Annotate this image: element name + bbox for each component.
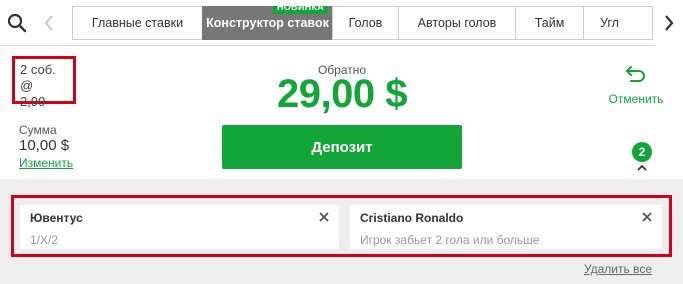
selection-title: Ювентус — [30, 211, 83, 225]
tab-label: Авторы голов — [417, 16, 497, 30]
combined-odds: 2,90 — [20, 94, 46, 109]
deposit-button[interactable]: Депозит — [222, 125, 462, 169]
tab-label: Угл — [600, 16, 619, 30]
chevron-up-icon — [637, 164, 647, 171]
tab-half[interactable]: Тайм — [515, 6, 584, 40]
cancel-label: Отменить — [608, 92, 664, 106]
close-icon[interactable] — [640, 210, 654, 224]
stake-label: Сумма — [19, 123, 57, 137]
market-tabs: Главные ставки Конструктор ставок НОВИНК… — [72, 6, 655, 40]
new-badge: НОВИНКА — [272, 6, 328, 14]
remove-all-link[interactable]: Удалить все — [584, 262, 652, 276]
stake-value: 10,00 $ — [19, 137, 70, 154]
tab-bet-builder[interactable]: Конструктор ставок НОВИНКА — [202, 6, 333, 40]
tab-goals[interactable]: Голов — [332, 6, 399, 40]
selections-highlight: Ювентус 1/X/2 Cristiano Ronaldo Игрок за… — [11, 195, 672, 257]
tab-label: Главные ставки — [91, 16, 184, 30]
selection-card: Cristiano Ronaldo Игрок забьет 2 гола ил… — [350, 205, 662, 249]
bet-slip-summary: 2 соб. @ 2,90 Сумма 10,00 $ Изменить Обр… — [0, 46, 683, 181]
deposit-label: Депозит — [311, 138, 373, 156]
tab-goalscorers[interactable]: Авторы голов — [398, 6, 516, 40]
selection-market: Игрок забьет 2 гола или больше — [360, 233, 540, 247]
cancel-button[interactable]: Отменить — [604, 64, 668, 106]
return-value: 29,00 $ — [277, 72, 407, 116]
search-button[interactable] — [0, 0, 34, 46]
selection-market: 1/X/2 — [30, 233, 59, 247]
change-stake-link[interactable]: Изменить — [19, 156, 73, 170]
market-tab-bar: Главные ставки Конструктор ставок НОВИНК… — [0, 0, 683, 46]
tab-main-bets[interactable]: Главные ставки — [72, 6, 203, 40]
selection-card: Ювентус 1/X/2 — [20, 205, 339, 249]
tab-label: Тайм — [534, 16, 565, 30]
close-icon[interactable] — [317, 210, 331, 224]
tab-label: Конструктор ставок — [206, 16, 329, 30]
chevron-right-icon — [665, 15, 674, 31]
search-icon — [7, 13, 27, 33]
chevron-left-icon — [44, 15, 53, 31]
tab-corners[interactable]: Угл — [583, 6, 653, 40]
selections-panel: Ювентус 1/X/2 Cristiano Ronaldo Игрок за… — [0, 179, 683, 284]
tabs-scroll-right-button[interactable] — [655, 0, 683, 46]
tabs-scroll-left-button[interactable] — [36, 0, 62, 46]
tab-label: Голов — [348, 16, 383, 30]
selection-count-badge: 2 — [632, 142, 652, 162]
undo-arrow-icon — [626, 66, 645, 82]
selection-title: Cristiano Ronaldo — [360, 211, 464, 225]
